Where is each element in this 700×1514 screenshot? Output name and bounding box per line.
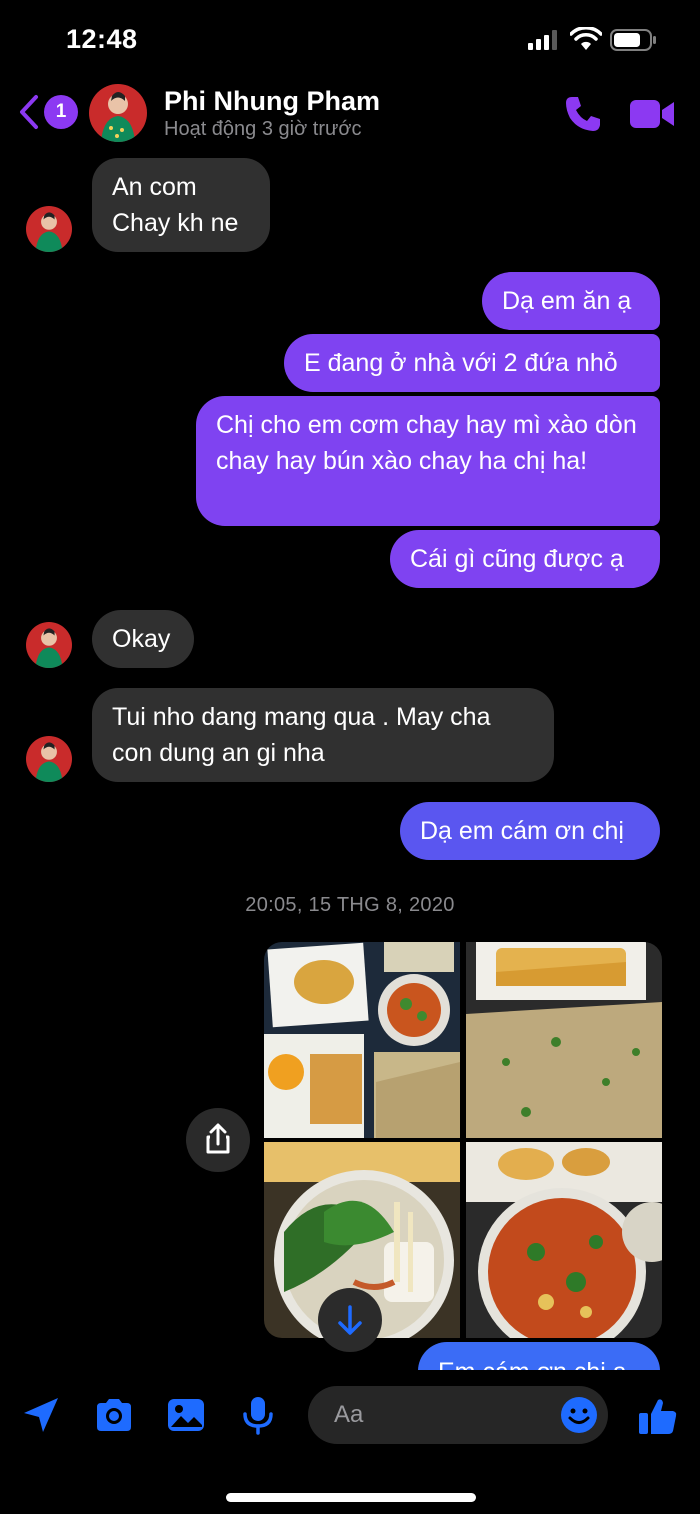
vegetarian-food-photo-1[interactable] — [264, 942, 460, 1138]
avatar-image — [26, 206, 72, 252]
message-text: An com Chay kh ne — [112, 173, 239, 237]
camera-icon[interactable] — [93, 1394, 135, 1436]
message-text: Tui nho dang mang qua . May cha con dung… — [112, 703, 491, 767]
sender-avatar[interactable] — [26, 206, 72, 252]
incoming-message[interactable]: Okay — [92, 610, 194, 668]
outgoing-message[interactable]: Em cám ơn chị ạ — [418, 1342, 660, 1370]
back-button[interactable]: 1 — [18, 92, 78, 132]
video-call-icon[interactable] — [628, 96, 676, 132]
incoming-message[interactable]: An com Chay kh ne — [92, 158, 270, 252]
phone-call-icon[interactable] — [563, 94, 603, 134]
avatar-image — [89, 84, 147, 142]
message-text: Chị cho em cơm chay hay mì xào dòn chay … — [216, 411, 637, 475]
avatar-image — [26, 622, 72, 668]
emoji-icon[interactable] — [560, 1396, 598, 1434]
unread-count-badge: 1 — [44, 95, 78, 129]
vegetarian-food-photo-2[interactable] — [466, 942, 662, 1138]
outgoing-message[interactable]: Dạ em ăn ạ — [482, 272, 660, 330]
photo-gallery-icon[interactable] — [165, 1394, 207, 1436]
cellular-signal-icon — [528, 30, 557, 50]
message-text: Em cám ơn chị ạ — [438, 1358, 627, 1370]
outgoing-message[interactable]: Dạ em cám ơn chị — [400, 802, 660, 860]
message-text: Dạ em ăn ạ — [502, 287, 632, 315]
vegetarian-food-photo-4[interactable] — [466, 1142, 662, 1338]
share-button[interactable] — [186, 1108, 250, 1172]
message-text: Okay — [112, 625, 171, 653]
contact-avatar[interactable] — [89, 84, 147, 142]
photo-attachment-grid[interactable] — [264, 942, 662, 1338]
message-input[interactable]: Aa — [308, 1386, 608, 1444]
input-placeholder: Aa — [334, 1401, 364, 1428]
avatar-image — [26, 736, 72, 782]
message-text: Cái gì cũng được ạ — [410, 545, 624, 573]
contact-name[interactable]: Phi Nhung Pham — [164, 86, 380, 117]
message-text: Dạ em cám ơn chị — [420, 817, 624, 845]
outgoing-message[interactable]: Chị cho em cơm chay hay mì xào dòn chay … — [196, 396, 660, 526]
incoming-message[interactable]: Tui nho dang mang qua . May cha con dung… — [92, 688, 554, 782]
sender-avatar[interactable] — [26, 622, 72, 668]
thumbs-up-icon[interactable] — [636, 1394, 680, 1438]
message-timestamp: 20:05, 15 THG 8, 2020 — [245, 894, 455, 916]
message-text: E đang ở nhà với 2 đứa nhỏ — [304, 349, 618, 377]
wifi-icon — [570, 27, 602, 50]
microphone-icon[interactable] — [237, 1394, 279, 1436]
message-composer: Aa — [0, 1370, 700, 1514]
chevron-left-icon — [20, 95, 38, 129]
share-icon — [206, 1123, 230, 1154]
home-indicator[interactable] — [226, 1493, 476, 1502]
status-bar: 12:48 — [0, 0, 700, 80]
battery-icon — [610, 29, 656, 51]
status-time: 12:48 — [66, 24, 138, 54]
outgoing-message[interactable]: Cái gì cũng được ạ — [390, 530, 660, 588]
contact-active-status: Hoạt động 3 giờ trước — [164, 118, 362, 140]
message-thread[interactable]: An com Chay kh ne Dạ em ăn ạ E đang ở nh… — [0, 148, 700, 1370]
conversation-header: 1 Phi Nhung Pham Hoạt động 3 giờ trước — [0, 80, 700, 148]
location-arrow-icon[interactable] — [20, 1394, 62, 1436]
sender-avatar[interactable] — [26, 736, 72, 782]
arrow-down-icon — [338, 1305, 362, 1335]
scroll-to-bottom-button[interactable] — [318, 1288, 382, 1352]
outgoing-message[interactable]: E đang ở nhà với 2 đứa nhỏ — [284, 334, 660, 392]
